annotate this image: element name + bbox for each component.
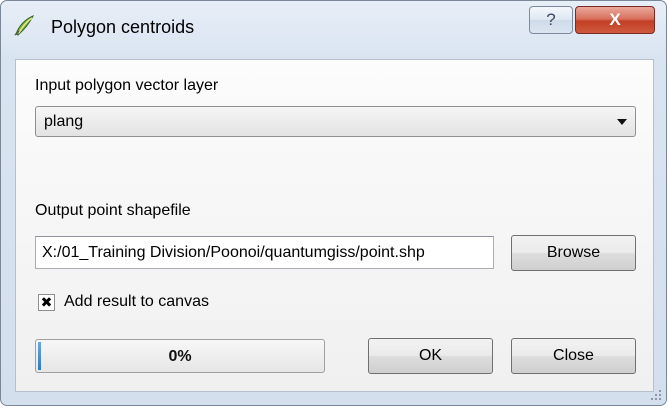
progress-text: 0% — [168, 348, 192, 365]
input-layer-label: Input polygon vector layer — [35, 77, 219, 94]
input-layer-value: plang — [44, 113, 84, 130]
progress-bar: 0% — [35, 339, 325, 373]
window-title: Polygon centroids — [51, 17, 195, 37]
checkmark-icon: ✖ — [40, 294, 53, 310]
browse-button[interactable]: Browse — [511, 235, 636, 271]
title-bar[interactable]: Polygon centroids ? X — [1, 1, 666, 43]
help-button[interactable]: ? — [529, 6, 573, 34]
close-button[interactable]: Close — [511, 338, 636, 374]
help-icon: ? — [546, 10, 556, 29]
ok-button[interactable]: OK — [368, 338, 493, 374]
add-to-canvas-checkbox[interactable]: ✖ — [38, 294, 55, 311]
form-panel: Input polygon vector layer plang Output … — [15, 59, 654, 392]
close-icon: X — [609, 10, 621, 29]
output-path-input[interactable] — [35, 236, 494, 269]
output-shapefile-label: Output point shapefile — [35, 202, 191, 219]
add-to-canvas-label: Add result to canvas — [64, 293, 209, 310]
window-close-button[interactable]: X — [575, 6, 655, 34]
chevron-down-icon[interactable] — [617, 119, 627, 125]
qgis-icon — [13, 13, 37, 37]
input-layer-select[interactable]: plang — [35, 106, 636, 137]
resize-grip-icon[interactable] — [648, 387, 662, 401]
polygon-centroids-dialog: Polygon centroids ? X Input polygon vect… — [0, 0, 667, 406]
